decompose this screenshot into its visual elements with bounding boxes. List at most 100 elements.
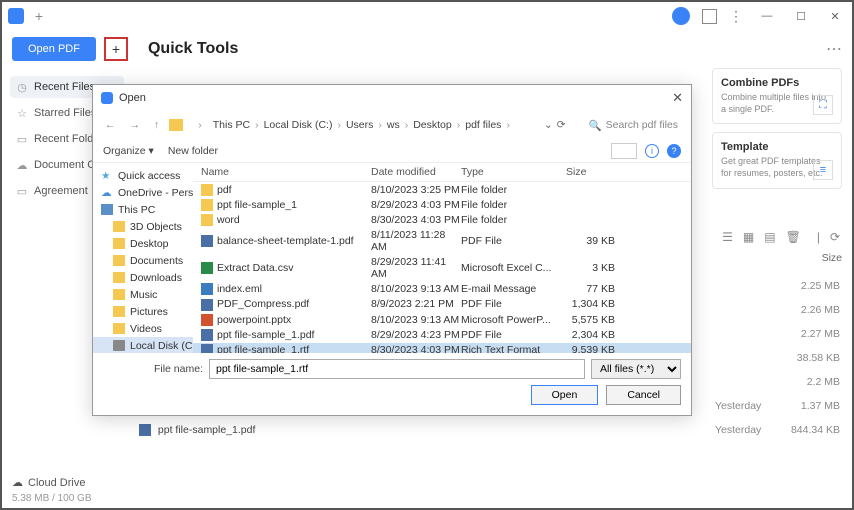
breadcrumb-segment[interactable]: Desktop bbox=[413, 119, 452, 131]
notification-icon[interactable] bbox=[702, 9, 717, 24]
folder-icon bbox=[169, 119, 183, 131]
dialog-close-button[interactable]: ✕ bbox=[672, 90, 683, 106]
file-row[interactable]: ppt file-sample_1.rtf8/30/2023 4:03 PMRi… bbox=[193, 343, 691, 353]
nav-forward-button[interactable]: → bbox=[126, 119, 145, 131]
new-tab-button[interactable]: + bbox=[32, 9, 46, 23]
open-button[interactable]: Open bbox=[531, 385, 599, 405]
refresh-icon[interactable]: ⟳ bbox=[557, 119, 566, 131]
nav-item[interactable]: Desktop bbox=[93, 235, 193, 252]
breadcrumb-segment[interactable]: Users bbox=[346, 119, 373, 131]
star-icon: ☆ bbox=[16, 107, 28, 119]
nav-onedrive[interactable]: ☁OneDrive - Person bbox=[93, 184, 193, 201]
breadcrumb-segment[interactable]: ws bbox=[387, 119, 400, 131]
recent-file-row[interactable]: ppt file-sample_1.pdfYesterday844.34 KB bbox=[137, 418, 842, 442]
add-button[interactable]: + bbox=[104, 37, 128, 61]
overflow-menu-icon[interactable]: ⋯ bbox=[826, 39, 842, 59]
file-type-filter[interactable]: All files (*.*) bbox=[591, 359, 681, 379]
sidebar-label: Agreement bbox=[34, 185, 88, 197]
card-title: Template bbox=[721, 141, 833, 153]
file-row[interactable]: Extract Data.csv8/29/2023 11:41 AMMicros… bbox=[193, 255, 691, 282]
grid-view-icon[interactable]: ▦ bbox=[743, 230, 754, 244]
nav-item[interactable]: Pictures bbox=[93, 303, 193, 320]
disk-icon bbox=[113, 340, 125, 351]
preview-pane-button[interactable]: i bbox=[645, 144, 659, 158]
pdf-icon bbox=[139, 424, 151, 436]
nav-item[interactable]: Videos bbox=[93, 320, 193, 337]
cloud-drive-link[interactable]: ☁Cloud Drive bbox=[12, 476, 842, 489]
nav-item[interactable]: 3D Objects bbox=[93, 218, 193, 235]
folder-icon bbox=[201, 214, 213, 226]
app-logo-icon bbox=[8, 8, 24, 24]
tile-view-icon[interactable]: ▤ bbox=[764, 230, 775, 244]
sidebar-label: Recent Files bbox=[34, 81, 95, 93]
file-row[interactable]: word8/30/2023 4:03 PMFile folder bbox=[193, 212, 691, 227]
filename-label: File name: bbox=[103, 363, 203, 375]
breadcrumb-segment[interactable]: Local Disk (C:) bbox=[264, 119, 333, 131]
open-file-dialog: Open ✕ ← → ↑ › This PC›Local Disk (C:)›U… bbox=[92, 84, 692, 416]
nav-up-button[interactable]: ↑ bbox=[150, 119, 163, 131]
breadcrumb[interactable]: This PC›Local Disk (C:)›Users›ws›Desktop… bbox=[213, 119, 532, 131]
nav-this-pc[interactable]: This PC bbox=[93, 201, 193, 218]
combine-icon: ⛶ bbox=[813, 95, 833, 115]
breadcrumb-segment[interactable]: This PC bbox=[213, 119, 250, 131]
chevron-right-icon: › bbox=[332, 119, 346, 131]
folder-icon: ▭ bbox=[16, 133, 28, 145]
path-dropdown-icon[interactable]: ⌄ bbox=[544, 119, 553, 131]
user-avatar-icon[interactable] bbox=[672, 7, 690, 25]
card-title: Combine PDFs bbox=[721, 77, 833, 89]
clock-icon: ◷ bbox=[16, 81, 28, 93]
chevron-right-icon: › bbox=[501, 119, 515, 131]
filename-input[interactable] bbox=[209, 359, 585, 379]
file-row[interactable]: PDF_Compress.pdf8/9/2023 2:21 PMPDF File… bbox=[193, 297, 691, 312]
file-row[interactable]: ppt file-sample_1.pdf8/29/2023 4:23 PMPD… bbox=[193, 327, 691, 342]
dialog-path-bar: ← → ↑ › This PC›Local Disk (C:)›Users›ws… bbox=[93, 111, 691, 139]
breadcrumb-segment[interactable]: pdf files bbox=[465, 119, 501, 131]
main-toolbar: Open PDF + Quick Tools ⋯ bbox=[2, 30, 852, 68]
folder-icon bbox=[201, 184, 213, 196]
window-close-button[interactable]: ✕ bbox=[824, 10, 846, 23]
file-row[interactable]: ppt file-sample_18/29/2023 4:03 PMFile f… bbox=[193, 197, 691, 212]
file-row[interactable]: index.eml8/10/2023 9:13 AME-mail Message… bbox=[193, 282, 691, 297]
col-type[interactable]: Type bbox=[461, 166, 566, 178]
nav-quick-access[interactable]: ★Quick access bbox=[93, 167, 193, 184]
help-button[interactable]: ? bbox=[667, 144, 681, 158]
folder-icon bbox=[113, 221, 125, 232]
column-size-header[interactable]: Size bbox=[822, 252, 842, 264]
view-mode-button[interactable] bbox=[611, 143, 637, 159]
nav-item[interactable]: Local Disk (C:) bbox=[93, 337, 193, 353]
organize-menu[interactable]: Organize ▾ bbox=[103, 145, 154, 157]
pc-icon bbox=[101, 204, 113, 215]
eml-icon bbox=[201, 283, 213, 295]
folder-icon bbox=[113, 255, 125, 266]
folder-icon bbox=[113, 306, 125, 317]
delete-icon[interactable]: 🗑 bbox=[786, 230, 801, 244]
file-row[interactable]: pdf8/10/2023 3:25 PMFile folder bbox=[193, 182, 691, 197]
col-date[interactable]: Date modified bbox=[371, 166, 461, 178]
nav-item[interactable]: Music bbox=[93, 286, 193, 303]
combine-pdfs-card[interactable]: Combine PDFs Combine multiple files into… bbox=[712, 68, 842, 124]
excel-icon bbox=[201, 262, 213, 274]
col-name[interactable]: Name bbox=[201, 166, 371, 178]
search-input[interactable]: 🔍Search pdf files bbox=[584, 116, 683, 135]
file-row[interactable]: balance-sheet-template-1.pdf8/11/2023 11… bbox=[193, 228, 691, 255]
col-size[interactable]: Size bbox=[566, 166, 621, 178]
window-maximize-button[interactable]: ☐ bbox=[790, 10, 812, 23]
more-menu-icon[interactable]: ⋮ bbox=[729, 8, 744, 25]
nav-item[interactable]: Downloads bbox=[93, 269, 193, 286]
folder-icon bbox=[113, 238, 125, 249]
window-minimize-button[interactable]: — bbox=[756, 10, 778, 22]
search-placeholder: Search pdf files bbox=[606, 119, 678, 131]
quick-tools-cards: Combine PDFs Combine multiple files into… bbox=[712, 68, 842, 189]
template-card[interactable]: Template Get great PDF templates for res… bbox=[712, 132, 842, 188]
folder-icon bbox=[201, 199, 213, 211]
cancel-button[interactable]: Cancel bbox=[606, 385, 681, 405]
list-view-icon[interactable]: ☰ bbox=[722, 230, 733, 244]
nav-back-button[interactable]: ← bbox=[101, 119, 120, 131]
refresh-icon[interactable]: ⟳ bbox=[830, 230, 840, 244]
rtf-icon bbox=[201, 344, 213, 353]
open-pdf-button[interactable]: Open PDF bbox=[12, 37, 96, 61]
file-row[interactable]: powerpoint.pptx8/10/2023 9:13 AMMicrosof… bbox=[193, 312, 691, 327]
new-folder-button[interactable]: New folder bbox=[168, 145, 218, 157]
dialog-footer: File name: All files (*.*) Open Cancel bbox=[93, 353, 691, 415]
nav-item[interactable]: Documents bbox=[93, 252, 193, 269]
